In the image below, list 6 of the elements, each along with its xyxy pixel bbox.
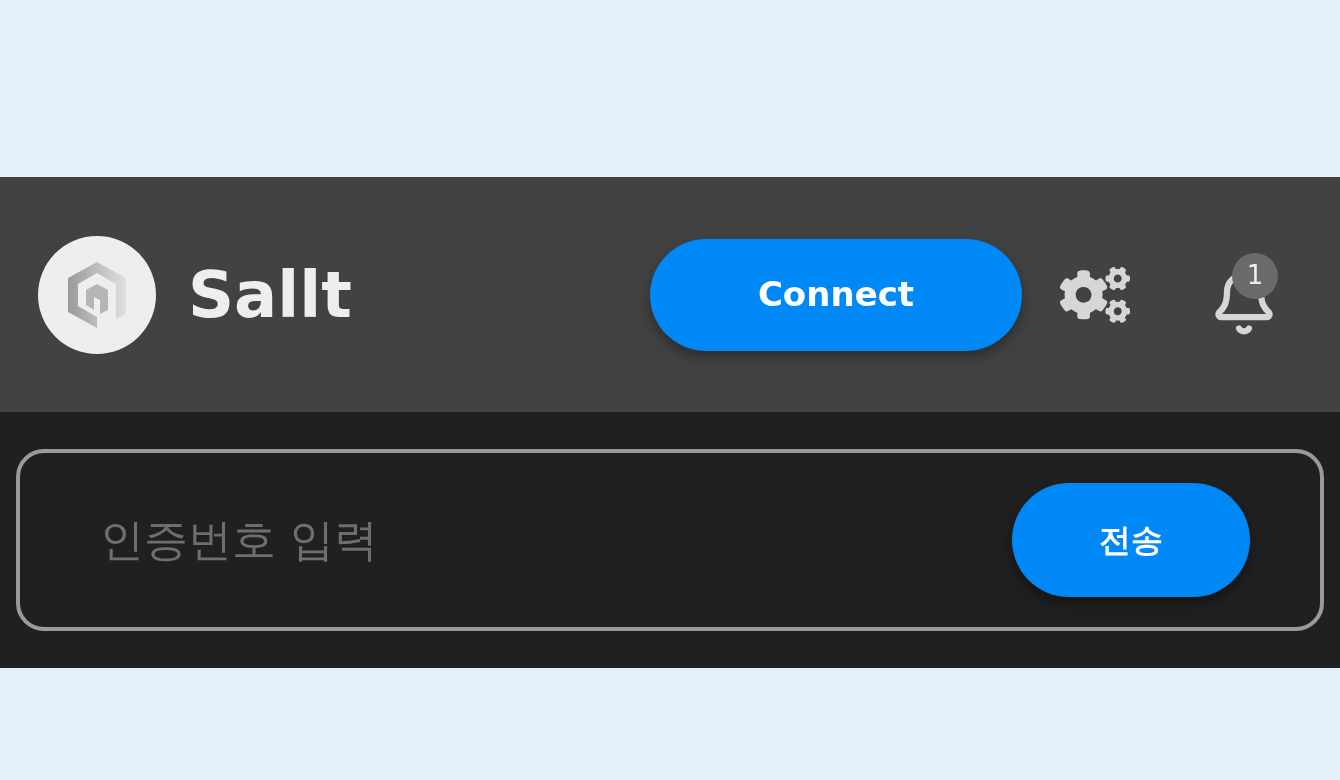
connect-button[interactable]: Connect	[650, 238, 1022, 351]
notification-button[interactable]: 1	[1210, 252, 1278, 337]
notification-count: 1	[1232, 252, 1278, 299]
send-button[interactable]: 전송	[1012, 483, 1250, 597]
brand-name: Sallt	[188, 256, 352, 334]
code-input-field[interactable]: 인증번호 입력 전송	[16, 449, 1324, 631]
